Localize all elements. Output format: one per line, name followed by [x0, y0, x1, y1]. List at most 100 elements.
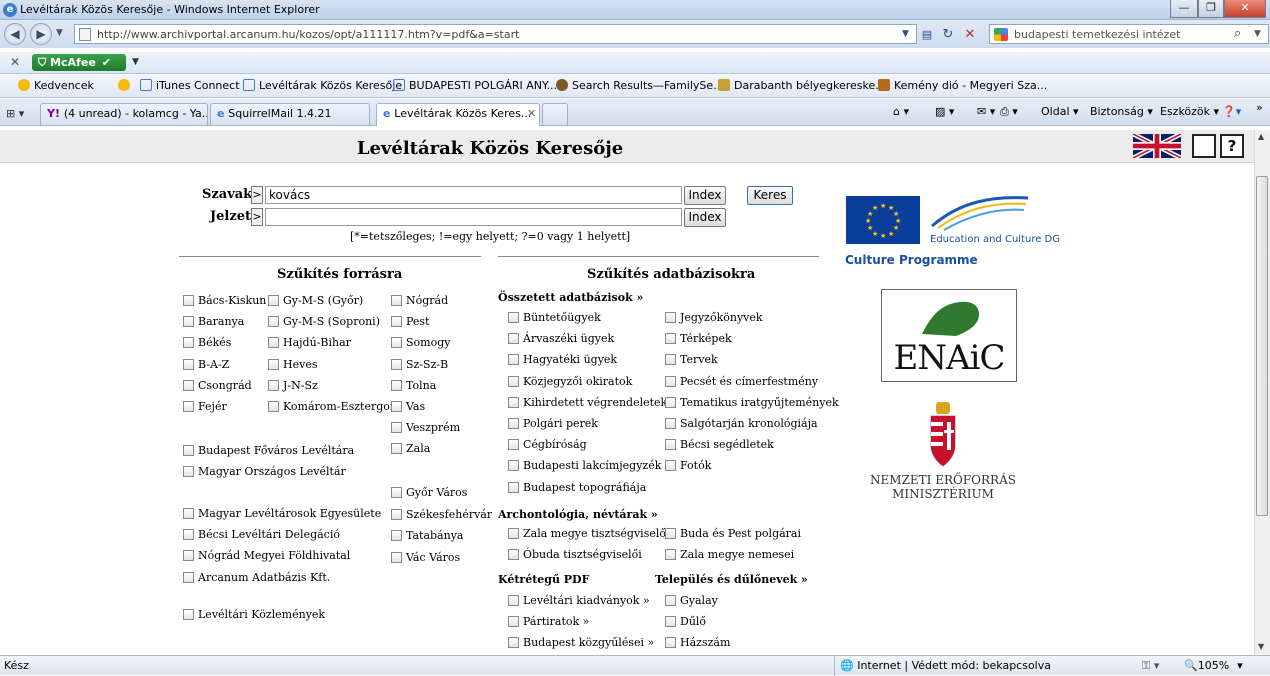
checkbox-forras-col3-5[interactable]: Vas [391, 400, 425, 413]
tab-close-icon[interactable]: ✕ [527, 104, 536, 124]
checkbox-forras-col1-1[interactable]: Baranya [183, 315, 244, 328]
checkbox-osszetett-col1-6[interactable]: Cégbíróság [508, 438, 587, 451]
checkbox-box[interactable] [391, 401, 402, 412]
checkbox-box[interactable] [508, 375, 519, 387]
checkbox-box[interactable] [183, 466, 194, 477]
oldal-menu[interactable]: Oldal ▾ [1041, 105, 1079, 118]
szavak-input[interactable]: kovács [265, 186, 682, 204]
checkbox-pdf-items-2[interactable]: Budapest közgyűlései » [508, 636, 654, 649]
checkbox-osszetett-col1-7[interactable]: Budapesti lakcímjegyzék [508, 459, 661, 472]
telepules-title[interactable]: Település és dűlőnevek » [655, 573, 808, 586]
zoom-control[interactable]: 🔍105% ▾ [1184, 659, 1243, 672]
checkbox-box[interactable] [391, 443, 402, 455]
feeds-icon[interactable]: ▨ ▾ [935, 105, 954, 118]
checkbox-forras-egyeb-3[interactable]: Arcanum Adatbázis Kft. [183, 571, 330, 584]
checkbox-box[interactable] [665, 616, 676, 627]
checkbox-box[interactable] [391, 337, 402, 349]
favorite-leveltarak[interactable]: Levéltárak Közös Keresője [243, 79, 402, 92]
window-toggle-icon[interactable] [1192, 134, 1216, 158]
jelzet-arrow-button[interactable]: > [251, 208, 263, 226]
jelzet-index-button[interactable]: Index [684, 208, 726, 227]
checkbox-osszetett-col1-5[interactable]: Polgári perek [508, 417, 598, 430]
checkbox-box[interactable] [508, 549, 519, 560]
scroll-down-icon[interactable]: ▼ [1258, 642, 1264, 651]
checkbox-box[interactable] [665, 312, 676, 323]
checkbox-telepules-items-1[interactable]: Dűlő [665, 615, 706, 628]
checkbox-forras-egyeb-1[interactable]: Bécsi Levéltári Delegáció [183, 528, 340, 541]
checkbox-box[interactable] [508, 333, 519, 345]
checkbox-box[interactable] [183, 609, 194, 620]
favorite-familysearch[interactable]: Search Results—FamilySe... [556, 79, 724, 92]
favorite-itunes-connect[interactable]: iTunes Connect [140, 79, 240, 92]
checkbox-osszetett-col2-3[interactable]: Pecsét és címerfestmény [665, 375, 818, 388]
checkbox-osszetett-col2-6[interactable]: Bécsi segédletek [665, 438, 774, 451]
checkbox-forras-col1-4[interactable]: Csongrád [183, 379, 252, 392]
checkbox-forras-lev-0[interactable]: Budapest Főváros Levéltára [183, 444, 354, 457]
checkbox-forras-col2-5[interactable]: Komárom-Esztergom [268, 400, 400, 413]
mail-icon[interactable]: ✉ ▾ [977, 105, 995, 118]
search-icon[interactable]: ⌕ [1234, 26, 1241, 41]
checkbox-osszetett-col1-4[interactable]: Kihirdetett végrendeletek [508, 396, 667, 409]
checkbox-archontologia-col1-1[interactable]: Óbuda tisztségviselői [508, 548, 642, 561]
checkbox-osszetett-col1-0[interactable]: Büntetőügyek [508, 311, 601, 324]
checkbox-forras-egyeb-0[interactable]: Magyar Levéltárosok Egyesülete [183, 507, 381, 520]
checkbox-archontologia-col2-0[interactable]: Buda és Pest polgárai [665, 527, 801, 540]
tab-yahoo-mail[interactable]: Y! (4 unread) - kolamcg - Ya... [40, 103, 208, 125]
checkbox-osszetett-col1-8[interactable]: Budapest topográfiája [508, 481, 646, 494]
checkbox-pdf-items-0[interactable]: Levéltári kiadványok » [508, 594, 650, 607]
archontologia-title[interactable]: Archontológia, névtárak » [498, 508, 658, 521]
protected-mode-icon[interactable]: ⚿ ▾ [1142, 659, 1159, 673]
checkbox-box[interactable] [391, 530, 402, 541]
checkbox-forras-col3-1[interactable]: Pest [391, 315, 429, 328]
checkbox-osszetett-col2-1[interactable]: Térképek [665, 332, 732, 345]
checkbox-forras-lev-1[interactable]: Magyar Országos Levéltár [183, 465, 346, 478]
checkbox-pdf-items-1[interactable]: Pártiratok » [508, 615, 589, 628]
checkbox-box[interactable] [183, 358, 194, 370]
checkbox-box[interactable] [183, 401, 194, 412]
internet-zone[interactable]: 🌐 Internet | Védett mód: bekapcsolva [840, 659, 1051, 672]
checkbox-box[interactable] [665, 637, 676, 648]
favorites-button[interactable]: Kedvencek [18, 79, 94, 92]
history-dropdown-icon[interactable]: ▼ [56, 28, 63, 38]
checkbox-box[interactable] [391, 358, 402, 370]
checkbox-box[interactable] [665, 439, 676, 451]
stop-icon[interactable]: ✕ [962, 27, 978, 42]
checkbox-box[interactable] [268, 358, 279, 370]
checkbox-forras-col2-1[interactable]: Gy-M-S (Soproni) [268, 315, 380, 328]
mcafee-button[interactable]: ⛉ McAfee ✔ [32, 54, 126, 71]
checkbox-osszetett-col2-7[interactable]: Fotók [665, 459, 711, 472]
tab-squirrelmail[interactable]: e SquirrelMail 1.4.21 [210, 103, 370, 125]
checkbox-forras-col1-2[interactable]: Békés [183, 336, 231, 349]
checkbox-osszetett-col1-3[interactable]: Közjegyzői okiratok [508, 375, 632, 388]
checkbox-box[interactable] [183, 508, 194, 519]
checkbox-telepules-items-2[interactable]: Házszám [665, 636, 730, 649]
eszkozok-menu[interactable]: Eszközök ▾ [1160, 105, 1219, 118]
checkbox-forras-varos-0[interactable]: Győr Város [391, 486, 467, 499]
new-tab-button[interactable] [542, 103, 568, 125]
checkbox-telepules-items-0[interactable]: Gyalay [665, 594, 718, 607]
checkbox-box[interactable] [508, 528, 519, 539]
checkbox-box[interactable] [391, 487, 402, 498]
checkbox-box[interactable] [268, 379, 279, 391]
checkbox-forras-col3-2[interactable]: Somogy [391, 336, 450, 349]
checkbox-box[interactable] [391, 551, 402, 563]
favorite-kemeny-dio[interactable]: Kemény dió - Megyeri Sza... [878, 79, 1047, 92]
checkbox-forras-varos-2[interactable]: Tatabánya [391, 529, 463, 542]
checkbox-box[interactable] [665, 375, 676, 387]
checkbox-box[interactable] [391, 422, 402, 434]
checkbox-box[interactable] [183, 337, 194, 349]
checkbox-box[interactable] [183, 445, 194, 456]
checkbox-box[interactable] [665, 460, 676, 472]
keres-button[interactable]: Keres [747, 186, 793, 205]
checkbox-box[interactable] [268, 401, 279, 412]
checkbox-leveltari-kozlemenyek[interactable]: Levéltári Közlemények [183, 608, 325, 621]
checkbox-box[interactable] [508, 354, 519, 366]
checkbox-box[interactable] [508, 616, 519, 627]
checkbox-forras-col3-6[interactable]: Veszprém [391, 421, 460, 434]
checkbox-archontologia-col1-0[interactable]: Zala megye tisztségviselői [508, 527, 670, 540]
szavak-arrow-button[interactable]: > [251, 186, 263, 204]
address-dropdown-icon[interactable]: ▼ [902, 29, 909, 43]
checkbox-box[interactable] [183, 550, 194, 562]
checkbox-box[interactable] [268, 316, 279, 328]
checkbox-box[interactable] [508, 637, 519, 648]
